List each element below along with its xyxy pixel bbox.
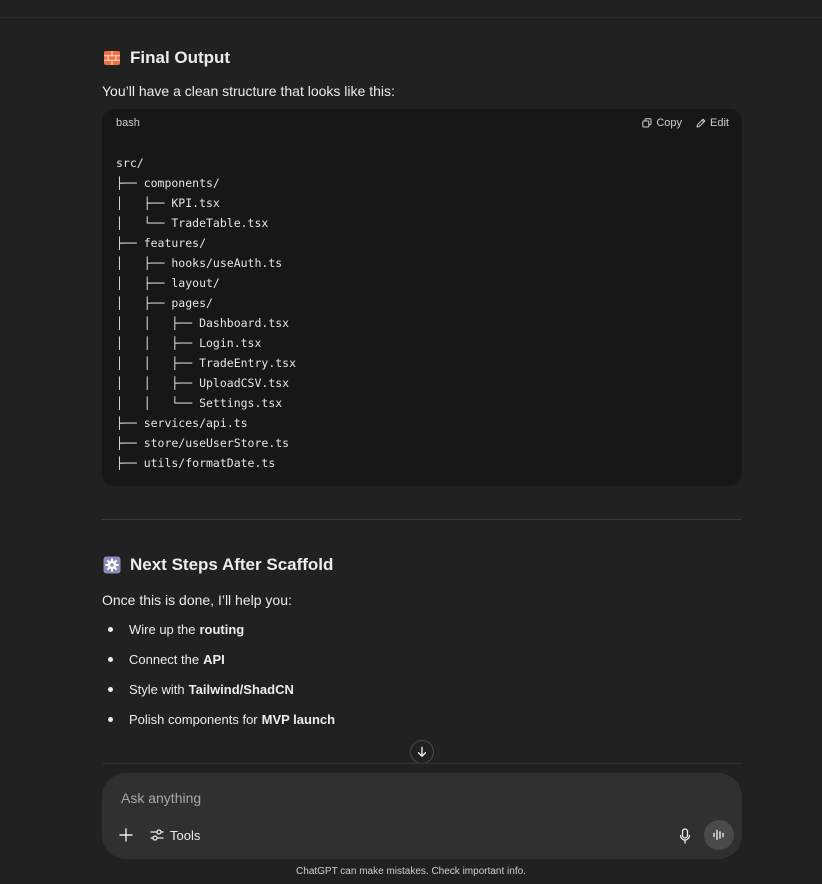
next-steps-list: Wire up the routing Connect the API Style …	[102, 614, 335, 734]
gear-icon	[102, 555, 122, 575]
sliders-icon	[150, 829, 164, 841]
tools-button[interactable]: Tools	[146, 824, 204, 846]
list-item: Style with Tailwind/ShadCN	[102, 674, 335, 704]
disclaimer-text: ChatGPT can make mistakes. Check importa…	[296, 866, 526, 877]
copy-button[interactable]: Copy	[642, 117, 682, 129]
code-header: bash Copy Edit	[102, 109, 742, 137]
edit-label: Edit	[710, 117, 729, 129]
copy-label: Copy	[656, 117, 683, 129]
top-divider	[0, 17, 822, 18]
list-item: Polish components for MVP launch	[102, 704, 335, 734]
divider	[102, 519, 742, 520]
voice-mode-button[interactable]	[704, 820, 734, 850]
edit-button[interactable]: Edit	[696, 117, 729, 129]
composer-divider	[102, 763, 742, 764]
code-block: bash Copy Edit src/ ├── components/ │ ├─…	[102, 109, 742, 486]
prompt-input[interactable]	[119, 787, 683, 809]
microphone-icon	[679, 828, 691, 844]
code-language: bash	[116, 117, 140, 129]
tools-label: Tools	[170, 827, 201, 843]
composer: Tools	[102, 773, 742, 859]
section-title: Next Steps After Scaffold	[130, 555, 334, 574]
section-heading-next-steps: Next Steps After Scaffold	[102, 555, 333, 575]
scroll-to-bottom-button[interactable]	[410, 740, 434, 764]
add-attachment-button[interactable]	[116, 825, 136, 845]
brick-icon	[102, 48, 122, 68]
section-heading-final-output: Final Output	[102, 48, 230, 68]
copy-icon	[642, 118, 652, 128]
pencil-icon	[696, 118, 706, 128]
plus-icon	[119, 828, 133, 842]
list-item: Wire up the routing	[102, 614, 335, 644]
list-item: Connect the API	[102, 644, 335, 674]
code-content: src/ ├── components/ │ ├── KPI.tsx │ └──…	[116, 156, 297, 470]
arrow-down-icon	[417, 746, 427, 758]
code-actions: Copy Edit	[642, 117, 729, 129]
section-title: Final Output	[130, 48, 231, 67]
section-intro: You’ll have a clean structure that looks…	[102, 83, 395, 99]
dictate-button[interactable]	[675, 825, 695, 847]
section-intro: Once this is done, I’ll help you:	[102, 592, 292, 608]
waveform-icon	[713, 829, 724, 841]
